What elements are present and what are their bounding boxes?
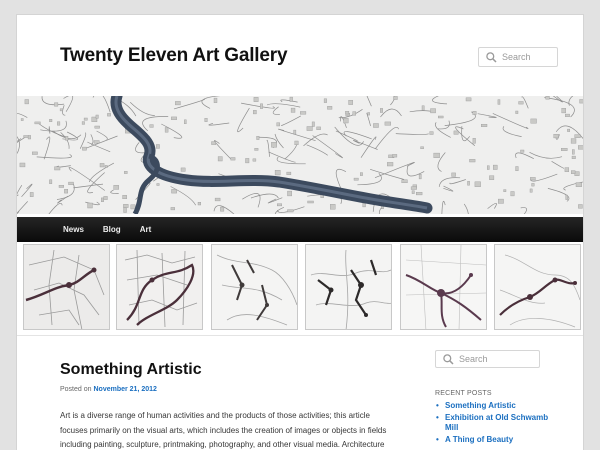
post-title[interactable]: Something Artistic [60,361,202,379]
gallery-thumbnail[interactable] [305,244,392,330]
recent-posts-list: Something Artistic Exhibition at Old Sch… [435,401,555,447]
sidebar-search-input[interactable]: Search [435,350,540,368]
nav-item-news[interactable]: News [63,225,84,234]
search-icon [486,51,497,63]
content-divider [17,335,583,336]
posted-on-label: Posted on [60,386,92,393]
gallery-thumbnail[interactable] [211,244,298,330]
post-date-link[interactable]: November 21, 2012 [93,386,156,393]
header-search-placeholder: Search [502,52,531,62]
post-meta: Posted on November 21, 2012 [60,386,157,393]
recent-post-link[interactable]: A Thing of Beauty [435,435,555,445]
main-nav-bar: News Blog Art [17,217,583,242]
site-title[interactable]: Twenty Eleven Art Gallery [60,45,288,67]
gallery-thumbnail[interactable] [23,244,110,330]
banner-map-drawing [17,96,583,214]
search-icon [443,353,454,365]
recent-posts-heading: RECENT POSTS [435,390,492,397]
post-excerpt: Art is a diverse range of human activiti… [60,411,387,450]
recent-post-link[interactable]: Something Artistic [435,401,555,411]
gallery-thumbnail[interactable] [116,244,203,330]
gallery-thumbnail[interactable] [494,244,581,330]
gallery-thumbnail[interactable] [400,244,487,330]
header-search-input[interactable]: Search [478,47,558,67]
nav-item-art[interactable]: Art [140,225,152,234]
sidebar-search-placeholder: Search [459,354,488,364]
recent-post-link[interactable]: Exhibition at Old Schwamb Mill [435,413,555,433]
gallery-thumbnails [19,244,583,332]
nav-item-blog[interactable]: Blog [103,225,121,234]
page: Twenty Eleven Art Gallery Search News Bl… [16,14,584,450]
header-banner-image [17,96,583,214]
